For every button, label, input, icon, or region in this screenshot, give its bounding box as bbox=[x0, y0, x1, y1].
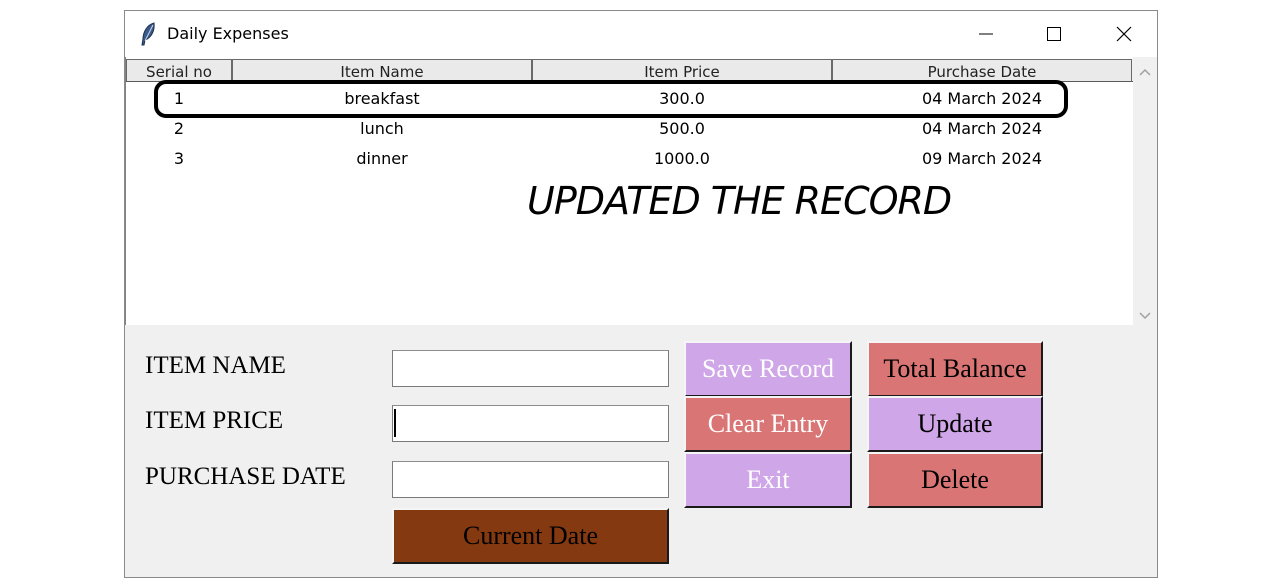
update-button[interactable]: Update bbox=[867, 396, 1043, 452]
delete-button[interactable]: Delete bbox=[867, 452, 1043, 508]
cell-serial: 2 bbox=[173, 119, 185, 138]
table-header: Serial no Item Name Item Price Purchase … bbox=[126, 59, 1133, 82]
title-bar: Daily Expenses bbox=[125, 11, 1157, 57]
minimize-icon bbox=[979, 33, 993, 35]
exit-button[interactable]: Exit bbox=[684, 452, 852, 508]
cell-item-price: 500.0 bbox=[659, 119, 705, 138]
app-window: Daily Expenses Serial no Item Name Item … bbox=[124, 10, 1158, 578]
table-row[interactable]: 3 dinner 1000.0 09 March 2024 bbox=[126, 144, 1132, 174]
close-icon bbox=[1116, 26, 1132, 42]
item-name-label: ITEM NAME bbox=[145, 352, 286, 379]
item-price-input[interactable] bbox=[392, 405, 669, 442]
current-date-button[interactable]: Current Date bbox=[392, 508, 669, 564]
cell-purchase-date: 04 March 2024 bbox=[921, 119, 1043, 138]
feather-icon bbox=[139, 22, 159, 46]
minimize-button[interactable] bbox=[963, 11, 1009, 57]
cell-item-name: dinner bbox=[356, 149, 408, 168]
window-title: Daily Expenses bbox=[167, 24, 289, 43]
close-button[interactable] bbox=[1101, 11, 1147, 57]
table-scrollbar[interactable] bbox=[1133, 57, 1157, 325]
item-price-label: ITEM PRICE bbox=[145, 407, 284, 434]
column-header-purchase-date[interactable]: Purchase Date bbox=[832, 59, 1132, 81]
scroll-down-icon bbox=[1139, 312, 1151, 320]
table-row[interactable]: 2 lunch 500.0 04 March 2024 bbox=[126, 114, 1132, 144]
highlight-annotation-box bbox=[154, 80, 1068, 118]
annotation-label: UPDATED THE RECORD bbox=[527, 179, 952, 223]
maximize-button[interactable] bbox=[1031, 11, 1077, 57]
item-name-input[interactable] bbox=[392, 350, 669, 387]
purchase-date-label: PURCHASE DATE bbox=[145, 463, 346, 490]
cell-item-name: lunch bbox=[360, 119, 404, 138]
purchase-date-input[interactable] bbox=[392, 461, 669, 498]
column-header-serial[interactable]: Serial no bbox=[126, 59, 232, 81]
column-header-item-price[interactable]: Item Price bbox=[532, 59, 832, 81]
column-header-item-name[interactable]: Item Name bbox=[232, 59, 532, 81]
save-record-button[interactable]: Save Record bbox=[684, 341, 852, 397]
maximize-icon bbox=[1047, 27, 1061, 41]
total-balance-button[interactable]: Total Balance bbox=[867, 341, 1043, 397]
text-cursor bbox=[394, 409, 396, 437]
cell-serial: 3 bbox=[173, 149, 185, 168]
clear-entry-button[interactable]: Clear Entry bbox=[684, 396, 852, 452]
cell-item-price: 1000.0 bbox=[654, 149, 710, 168]
scroll-up-icon bbox=[1139, 68, 1151, 76]
cell-purchase-date: 09 March 2024 bbox=[921, 149, 1043, 168]
